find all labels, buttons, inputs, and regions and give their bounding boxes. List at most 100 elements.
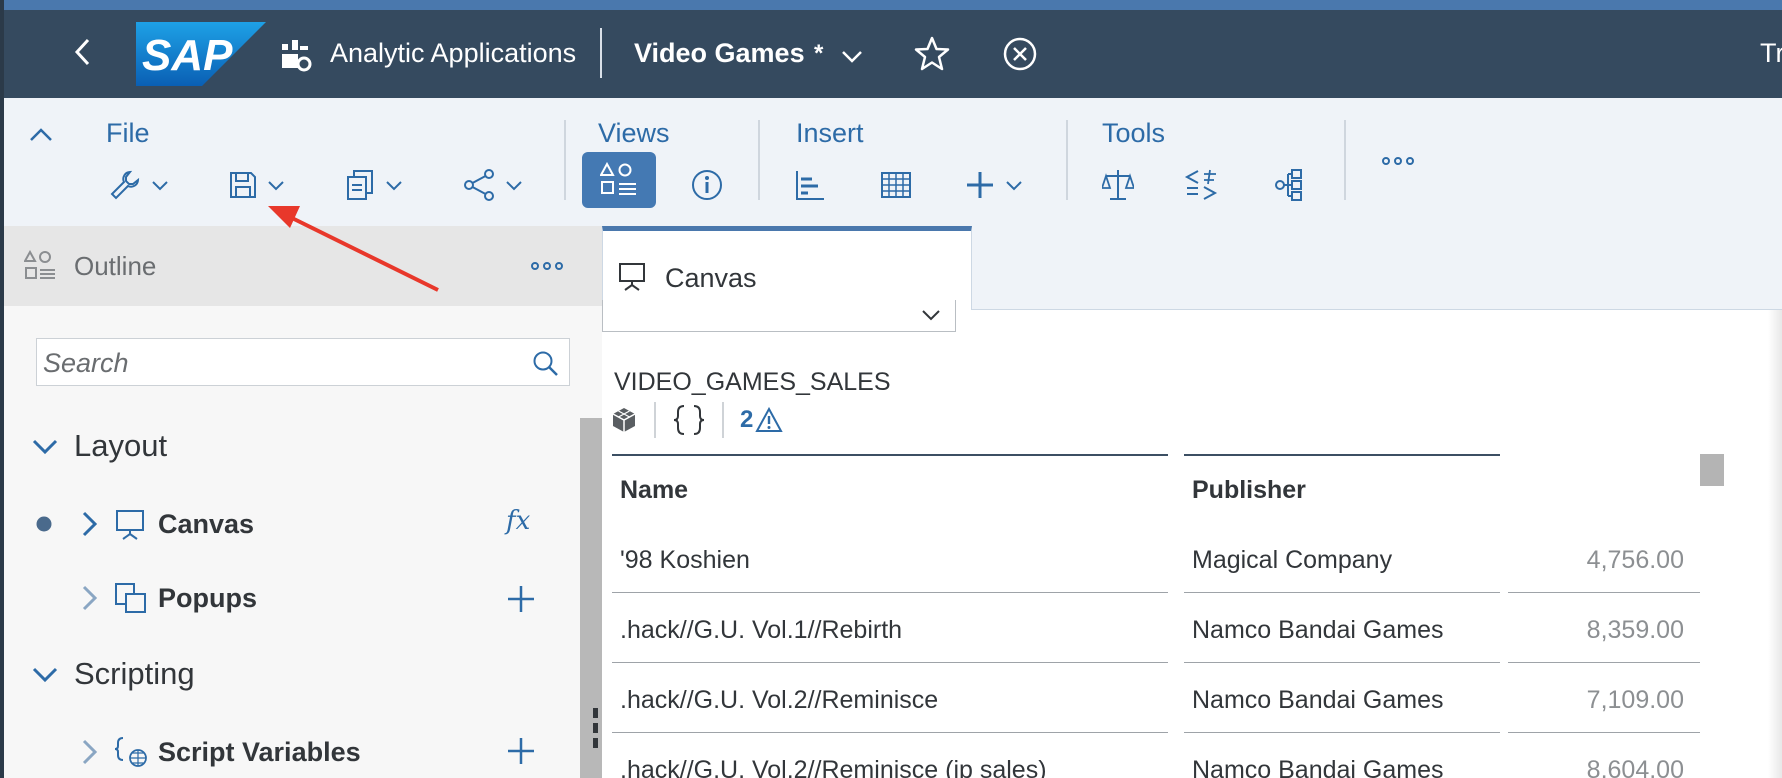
canvas-icon	[619, 263, 645, 291]
table-icon	[881, 172, 911, 198]
search-icon[interactable]	[531, 349, 559, 377]
popup-icon	[115, 583, 146, 613]
column-header-line	[1184, 454, 1500, 456]
document-menu-chevron[interactable]	[840, 44, 864, 68]
outline-title: Outline	[74, 251, 157, 281]
table-scrollbar[interactable]	[1700, 454, 1724, 486]
chevron-left-icon	[74, 38, 90, 66]
formula-tool-button[interactable]	[1184, 162, 1220, 208]
chevron-down-icon[interactable]	[920, 304, 942, 326]
tab-canvas[interactable]: Canvas	[602, 226, 972, 310]
favorite-button[interactable]	[912, 34, 952, 74]
table-cell-name: .hack//G.U. Vol.1//Rebirth	[620, 616, 903, 644]
column-header-name[interactable]: Name	[620, 476, 688, 505]
tree-item-script-variables[interactable]: Script Variables	[80, 736, 361, 768]
tab-label: Canvas	[665, 263, 757, 293]
table-row-line	[1184, 662, 1500, 663]
outline-search	[36, 338, 570, 386]
close-document-button[interactable]	[1000, 34, 1040, 74]
hierarchy-tool-button[interactable]	[1274, 162, 1308, 208]
document-title[interactable]: Video Games	[634, 38, 805, 69]
curly-braces-icon[interactable]	[672, 403, 706, 437]
table-cell-value: 4,756.00	[1586, 546, 1684, 574]
toolbar-separator	[758, 120, 760, 200]
warning-icon[interactable]	[755, 407, 784, 433]
table-cell-value: 7,109.00	[1586, 686, 1684, 714]
copy-icon	[347, 170, 373, 200]
chevron-right-icon[interactable]	[80, 583, 100, 613]
table-cell-name: '98 Koshien	[620, 546, 750, 574]
bar-chart-icon	[796, 171, 824, 200]
dropdown-widget[interactable]	[602, 300, 956, 332]
tree-item-canvas[interactable]: Canvas	[36, 508, 254, 540]
chevron-down-icon	[506, 181, 522, 191]
table-cell-publisher: Magical Company	[1192, 546, 1393, 574]
more-horizontal-icon[interactable]	[530, 258, 564, 274]
toolbar-group-views: Views	[598, 118, 670, 148]
tree-section-label: Layout	[74, 428, 168, 463]
table-cell-publisher: Namco Bandai Games	[1192, 686, 1444, 714]
chevron-right-icon[interactable]	[80, 737, 100, 767]
toolbar-group-tools: Tools	[1102, 118, 1166, 148]
insert-chart-button[interactable]	[794, 162, 826, 208]
user-menu[interactable]: Tri	[1760, 38, 1782, 69]
search-input[interactable]	[43, 345, 513, 381]
analytic-app-icon	[278, 38, 314, 74]
table-row-line	[612, 662, 1168, 663]
canvas-icon	[116, 510, 144, 540]
table-cell-name: .hack//G.U. Vol.2//Reminisce (jp sales)	[620, 756, 1047, 778]
chevron-up-icon	[30, 128, 52, 141]
table-title: VIDEO_GAMES_SALES	[614, 368, 891, 396]
table-row-line	[1184, 732, 1500, 733]
table-cell-publisher: Namco Bandai Games	[1192, 756, 1444, 778]
info-icon	[692, 170, 722, 200]
close-circle-icon	[1003, 37, 1037, 71]
add-script-variable-button[interactable]	[506, 736, 536, 766]
back-button[interactable]	[68, 36, 100, 68]
balance-tool-button[interactable]	[1102, 162, 1134, 208]
table-cell-value: 8,604.00	[1586, 756, 1684, 778]
toolbar-separator	[722, 402, 724, 438]
edit-tools-button[interactable]	[108, 162, 170, 208]
tree-section-layout[interactable]: Layout	[30, 428, 167, 464]
add-popup-button[interactable]	[506, 584, 536, 614]
toolbar-separator	[1066, 120, 1068, 200]
app-name[interactable]: Analytic Applications	[330, 38, 576, 69]
save-button[interactable]	[228, 162, 286, 208]
outline-view-button[interactable]	[582, 152, 656, 208]
info-view-button[interactable]	[690, 162, 724, 208]
more-toolbar-button[interactable]	[1380, 138, 1416, 184]
insert-add-button[interactable]	[964, 162, 1024, 208]
collapse-toolbar-button[interactable]	[26, 120, 56, 150]
shell-separator	[600, 28, 602, 78]
chevron-down-icon	[32, 667, 58, 683]
panel-right-edge	[1768, 310, 1782, 778]
table-cell-publisher: Namco Bandai Games	[1192, 616, 1444, 644]
canvas-script-fx-button[interactable]: fx	[506, 506, 530, 536]
column-header-publisher[interactable]: Publisher	[1192, 476, 1306, 505]
chevron-down-icon	[1006, 181, 1022, 191]
share-button[interactable]	[462, 162, 524, 208]
plus-icon	[967, 172, 993, 198]
cube-icon[interactable]	[610, 406, 638, 434]
chevron-right-icon[interactable]	[80, 509, 100, 539]
insert-table-button[interactable]	[880, 162, 912, 208]
global-variable-icon	[114, 737, 147, 767]
table-row-line	[612, 732, 1168, 733]
shell-bar: SAP Analytic Applications Video Games * …	[0, 10, 1782, 98]
tree-item-label: Script Variables	[158, 736, 361, 767]
toolbar: File Views Insert Tools	[0, 98, 1782, 226]
chevron-down-icon	[842, 51, 862, 63]
warning-count[interactable]: 2	[740, 406, 753, 434]
tree-section-scripting[interactable]: Scripting	[30, 656, 195, 692]
outline-header: Outline	[4, 226, 602, 306]
tree-item-label: Popups	[158, 582, 257, 613]
selected-dot-icon	[36, 516, 52, 532]
wrench-icon	[110, 170, 140, 200]
top-accent-strip	[0, 0, 1782, 10]
tree-item-popups[interactable]: Popups	[80, 582, 257, 614]
toolbar-separator	[564, 120, 566, 200]
resize-grip-icon[interactable]	[592, 706, 600, 750]
hierarchy-icon	[1275, 169, 1302, 201]
copy-button[interactable]	[344, 162, 404, 208]
